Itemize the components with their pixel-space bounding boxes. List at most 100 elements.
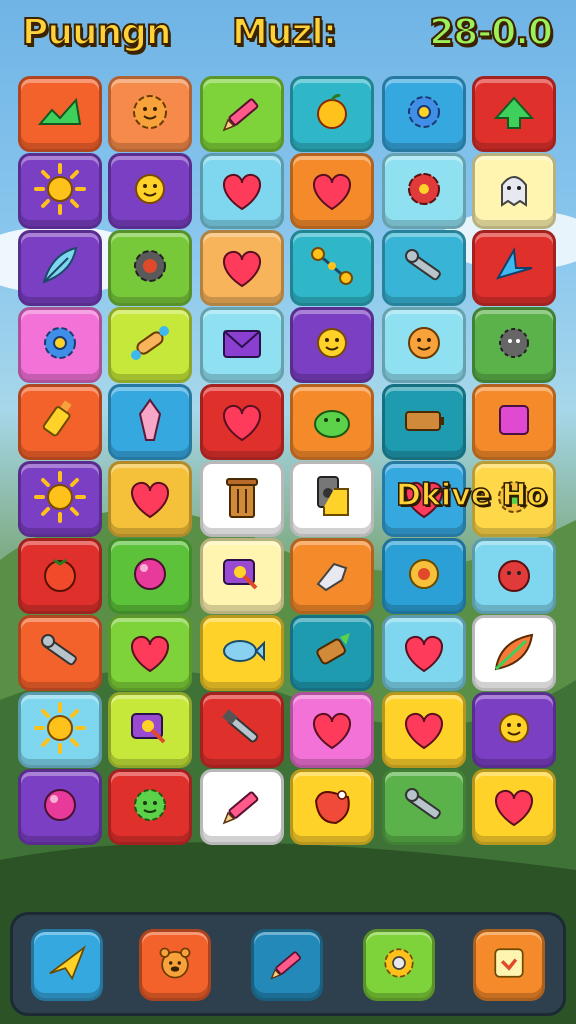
game-tile[interactable] <box>472 384 556 460</box>
game-tile[interactable] <box>200 615 284 691</box>
envelope-icon <box>214 315 270 375</box>
power-up-dock <box>10 912 566 1016</box>
game-tile[interactable] <box>290 692 374 768</box>
game-tile[interactable] <box>382 230 466 306</box>
game-tile[interactable] <box>382 615 466 691</box>
heart-icon <box>304 700 360 760</box>
power-up-button[interactable] <box>31 929 103 1001</box>
game-tile[interactable] <box>290 76 374 152</box>
wrench-icon <box>396 777 452 837</box>
game-tile[interactable] <box>108 230 192 306</box>
game-tile[interactable] <box>18 692 102 768</box>
sun-icon <box>32 469 88 529</box>
game-tile[interactable] <box>472 769 556 845</box>
sun-face-icon <box>304 315 360 375</box>
game-tile[interactable] <box>382 76 466 152</box>
game-tile[interactable] <box>382 307 466 383</box>
heart-icon <box>214 392 270 452</box>
pencil-icon <box>214 777 270 837</box>
game-tile[interactable] <box>200 230 284 306</box>
game-tile[interactable] <box>290 230 374 306</box>
gear-icon <box>32 315 88 375</box>
game-tile[interactable] <box>290 384 374 460</box>
crystal-icon <box>122 392 178 452</box>
power-up-button[interactable] <box>139 929 211 1001</box>
pencil-icon <box>214 84 270 144</box>
candy-icon <box>304 623 360 683</box>
game-tile[interactable] <box>290 153 374 229</box>
game-tile[interactable] <box>290 461 374 537</box>
game-tile[interactable] <box>472 615 556 691</box>
game-tile[interactable] <box>200 384 284 460</box>
game-tile[interactable] <box>472 538 556 614</box>
game-tile[interactable] <box>472 692 556 768</box>
ghost-icon <box>486 161 542 221</box>
game-tile[interactable] <box>290 538 374 614</box>
game-tile[interactable] <box>200 461 284 537</box>
game-tile[interactable] <box>290 615 374 691</box>
power-up-button[interactable] <box>473 929 545 1001</box>
game-tile[interactable] <box>18 769 102 845</box>
arrow-icon <box>486 238 542 298</box>
game-tile[interactable] <box>108 461 192 537</box>
game-tile[interactable] <box>108 538 192 614</box>
power-up-button[interactable] <box>251 929 323 1001</box>
game-tile[interactable] <box>18 615 102 691</box>
bear-icon <box>151 939 199 991</box>
checkmark-icon <box>32 84 88 144</box>
game-tile[interactable] <box>108 153 192 229</box>
apple-icon <box>304 84 360 144</box>
game-tile[interactable] <box>382 384 466 460</box>
game-tile[interactable] <box>18 461 102 537</box>
game-tile[interactable] <box>472 153 556 229</box>
game-tile[interactable] <box>382 692 466 768</box>
slime-icon <box>304 392 360 452</box>
dumbbell-icon <box>304 238 360 298</box>
game-tile[interactable] <box>18 153 102 229</box>
game-tile[interactable] <box>108 76 192 152</box>
germ-icon <box>122 777 178 837</box>
game-tile[interactable] <box>200 153 284 229</box>
spiky-ball-icon <box>486 315 542 375</box>
game-tile[interactable] <box>18 76 102 152</box>
game-tile[interactable] <box>382 153 466 229</box>
heart-icon <box>396 700 452 760</box>
game-tile[interactable] <box>472 307 556 383</box>
game-tile[interactable] <box>18 384 102 460</box>
game-tile[interactable] <box>108 769 192 845</box>
game-tile[interactable] <box>200 307 284 383</box>
trash-icon <box>214 469 270 529</box>
game-tile[interactable] <box>200 692 284 768</box>
speaker-icon <box>304 469 360 529</box>
tile-row <box>18 307 560 385</box>
game-tile[interactable] <box>200 76 284 152</box>
game-tile[interactable] <box>18 230 102 306</box>
game-tile[interactable] <box>108 307 192 383</box>
feather-icon <box>32 238 88 298</box>
game-tile[interactable] <box>382 769 466 845</box>
tile-row <box>18 153 560 231</box>
heart-icon <box>486 777 542 837</box>
game-tile[interactable] <box>290 307 374 383</box>
game-tile[interactable] <box>18 538 102 614</box>
tag-icon <box>304 777 360 837</box>
game-tile[interactable] <box>108 615 192 691</box>
game-tile[interactable] <box>472 76 556 152</box>
glue-icon <box>32 392 88 452</box>
gear-icon <box>396 84 452 144</box>
cog-icon <box>122 238 178 298</box>
game-tile[interactable] <box>108 692 192 768</box>
game-tile[interactable] <box>200 769 284 845</box>
game-tile[interactable] <box>290 769 374 845</box>
game-tile[interactable] <box>108 384 192 460</box>
heart-icon <box>304 161 360 221</box>
game-tile[interactable] <box>382 538 466 614</box>
ring-icon <box>396 546 452 606</box>
game-tile[interactable] <box>18 307 102 383</box>
power-up-button[interactable] <box>363 929 435 1001</box>
mode-label: Muzl: <box>231 11 338 54</box>
game-title: Puungn <box>21 11 173 54</box>
wrench-icon <box>396 238 452 298</box>
game-tile[interactable] <box>472 230 556 306</box>
game-tile[interactable] <box>200 538 284 614</box>
